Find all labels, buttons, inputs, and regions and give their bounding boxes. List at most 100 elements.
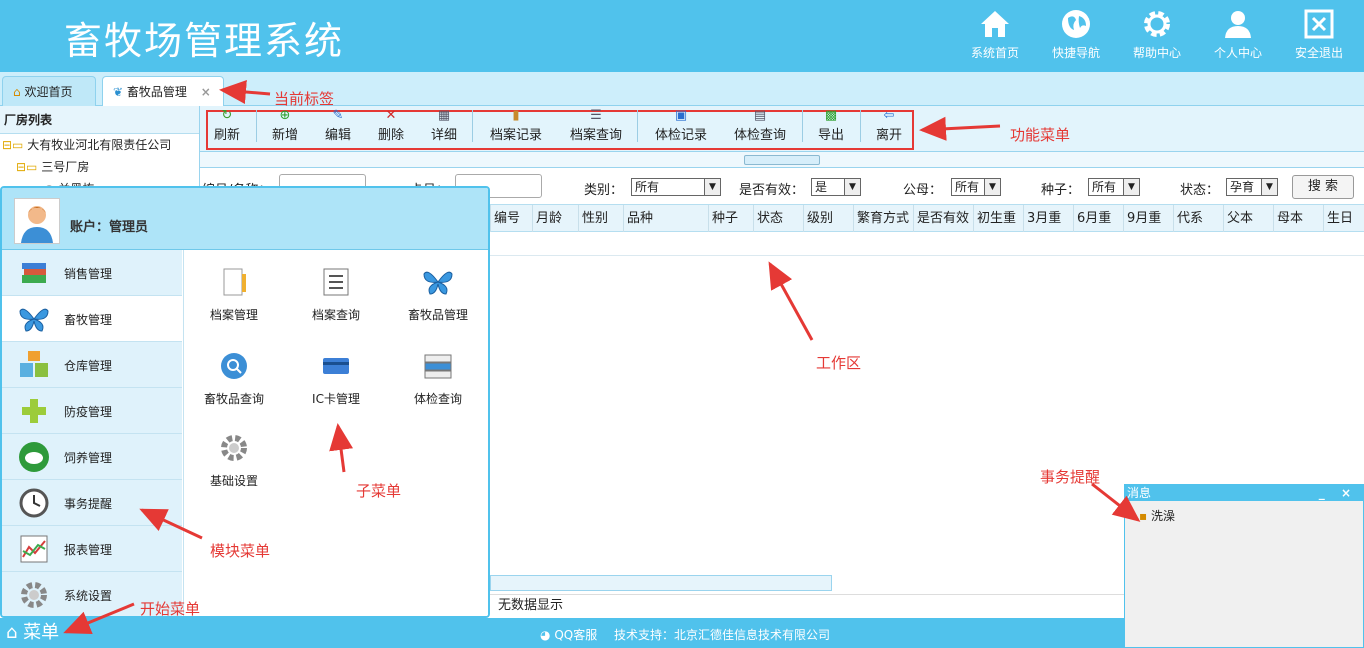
module-livestock[interactable]: 畜牧管理 [2, 296, 182, 342]
edit-button[interactable]: ✎ 编辑 [321, 108, 355, 144]
close-icon[interactable]: × [201, 85, 211, 99]
refresh-icon: ↻ [221, 108, 233, 123]
submenu-archive-query[interactable]: 档案查询 [286, 266, 386, 323]
message-window-controls[interactable]: _ × [1319, 485, 1357, 501]
nav-quick[interactable]: 快捷导航 [1040, 8, 1112, 61]
breed-value: 所有 [1092, 180, 1117, 194]
delete-button[interactable]: ✕ 删除 [374, 108, 408, 144]
column-header[interactable]: 初生重 [973, 205, 1023, 232]
refresh-button[interactable]: ↻ 刷新 [210, 108, 244, 144]
column-header[interactable]: 种子 [708, 205, 753, 232]
checkup-query-button[interactable]: ▤ 体检查询 [730, 108, 790, 144]
column-header[interactable]: 生日 [1323, 205, 1364, 232]
message-item[interactable]: ▪ 洗澡 [1125, 501, 1363, 524]
footer-bar: ⌂ 菜单 ◕ QQ客服 技术支持：北京汇德佳信息技术有限公司 [0, 618, 1124, 648]
tree-node[interactable]: ⊟▭ 大有牧业河北有限责任公司 [0, 134, 199, 156]
column-header[interactable]: 6月重 [1073, 205, 1123, 232]
collapse-handle[interactable] [744, 155, 820, 165]
submenu-livestock-query[interactable]: 畜牧品查询 [184, 350, 284, 407]
column-header[interactable]: 月龄 [532, 205, 578, 232]
breed-label: 种子： [1041, 183, 1081, 198]
column-header[interactable]: 是否有效 [913, 205, 973, 232]
tab-welcome[interactable]: ⌂ 欢迎首页 [2, 76, 96, 106]
sire-select[interactable]: 所有 ▼ [951, 178, 1001, 196]
valid-value: 是 [815, 180, 828, 194]
message-item-text: 洗澡 [1150, 509, 1175, 523]
submenu-basic-settings[interactable]: 基础设置 [184, 432, 284, 489]
submenu-archive-manage[interactable]: 档案管理 [184, 266, 284, 323]
module-warehouse[interactable]: 仓库管理 [2, 342, 182, 388]
delete-label: 删除 [377, 128, 404, 143]
search-button[interactable]: 搜 索 [1292, 175, 1354, 199]
column-header[interactable]: 繁育方式 [853, 205, 913, 232]
gear-icon [18, 579, 50, 611]
column-header[interactable]: 父本 [1223, 205, 1273, 232]
sire-value: 所有 [955, 180, 980, 194]
submenu-label: 基础设置 [209, 474, 258, 488]
module-label: 防疫管理 [64, 405, 113, 419]
butterfly-icon: ❦ [113, 85, 124, 99]
category-select[interactable]: 所有 ▼ [631, 178, 721, 196]
export-icon: ▩ [824, 108, 838, 123]
submenu-ic-card[interactable]: IC卡管理 [286, 350, 386, 407]
checkup-record-button[interactable]: ▣ 体检记录 [651, 108, 711, 144]
module-feeding[interactable]: 饲养管理 [2, 434, 182, 480]
qq-service-label: QQ客服 [554, 628, 598, 642]
detail-button[interactable]: ▦ 详细 [427, 108, 461, 144]
plus-icon [18, 395, 50, 427]
horizontal-scrollbar[interactable] [490, 575, 832, 591]
nav-profile[interactable]: 个人中心 [1202, 8, 1274, 61]
delete-icon: ✕ [385, 108, 397, 123]
module-epidemic[interactable]: 防疫管理 [2, 388, 182, 434]
start-menu-button[interactable]: ⌂ 菜单 [6, 620, 59, 646]
refresh-label: 刷新 [213, 128, 240, 143]
chart-icon [18, 533, 50, 565]
gear-icon [218, 432, 250, 464]
valid-select[interactable]: 是 ▼ [811, 178, 861, 196]
toolbar-separator [802, 110, 803, 142]
status-label: 状态： [1180, 183, 1220, 198]
tree-node[interactable]: ⊟▭ 三号厂房 [0, 156, 199, 178]
breed-select[interactable]: 所有 ▼ [1088, 178, 1140, 196]
exit-button[interactable]: ⇦ 离开 [872, 108, 906, 144]
add-button[interactable]: ⊕ 新增 [268, 108, 302, 144]
column-header[interactable]: 编号 [490, 205, 535, 232]
qq-service-link[interactable]: ◕ QQ客服 [540, 626, 597, 643]
collapse-bar [200, 152, 1364, 168]
message-title: 消息 [1127, 486, 1152, 500]
column-header[interactable]: 3月重 [1023, 205, 1073, 232]
column-header[interactable]: 状态 [753, 205, 803, 232]
tab-livestock-label: 畜牧品管理 [126, 85, 187, 99]
user-icon [1225, 11, 1251, 38]
module-label: 事务提醒 [64, 497, 113, 511]
annotation-function-menu: 功能菜单 [1010, 126, 1071, 144]
column-header[interactable]: 母本 [1273, 205, 1323, 232]
module-report[interactable]: 报表管理 [2, 526, 182, 572]
notebook-icon: ▮ [512, 108, 520, 123]
nav-home[interactable]: 系统首页 [959, 8, 1031, 61]
submenu-checkup-query[interactable]: 体检查询 [388, 350, 488, 407]
column-header[interactable]: 性别 [578, 205, 623, 232]
annotation-start-menu: 开始菜单 [140, 600, 201, 618]
submenu-livestock-manage[interactable]: 畜牧品管理 [388, 266, 488, 323]
module-sales[interactable]: 销售管理 [2, 250, 182, 296]
column-header[interactable]: 代系 [1173, 205, 1223, 232]
column-header[interactable]: 级别 [803, 205, 853, 232]
tab-livestock[interactable]: ❦ 畜牧品管理 × [102, 76, 224, 106]
submenu-label: 档案管理 [209, 308, 258, 322]
app-header: 畜牧场管理系统 系统首页 快捷导航 帮助中心 个人中心 安全退出 [0, 0, 1364, 72]
home-icon: ⌂ [6, 622, 18, 643]
chevron-down-icon: ▼ [704, 179, 720, 195]
archive-query-button[interactable]: ☰ 档案查询 [566, 108, 626, 144]
archive-record-button[interactable]: ▮ 档案记录 [486, 108, 546, 144]
edit-label: 编辑 [324, 128, 351, 143]
start-menu-label: 菜单 [23, 622, 60, 643]
module-reminder[interactable]: 事务提醒 [2, 480, 182, 526]
sheep-icon [18, 441, 50, 473]
export-button[interactable]: ▩ 导出 [814, 108, 848, 144]
column-header[interactable]: 品种 [623, 205, 708, 232]
nav-help[interactable]: 帮助中心 [1121, 8, 1193, 61]
column-header[interactable]: 9月重 [1123, 205, 1173, 232]
status-select[interactable]: 孕育 ▼ [1226, 178, 1278, 196]
nav-logout[interactable]: 安全退出 [1283, 8, 1355, 61]
